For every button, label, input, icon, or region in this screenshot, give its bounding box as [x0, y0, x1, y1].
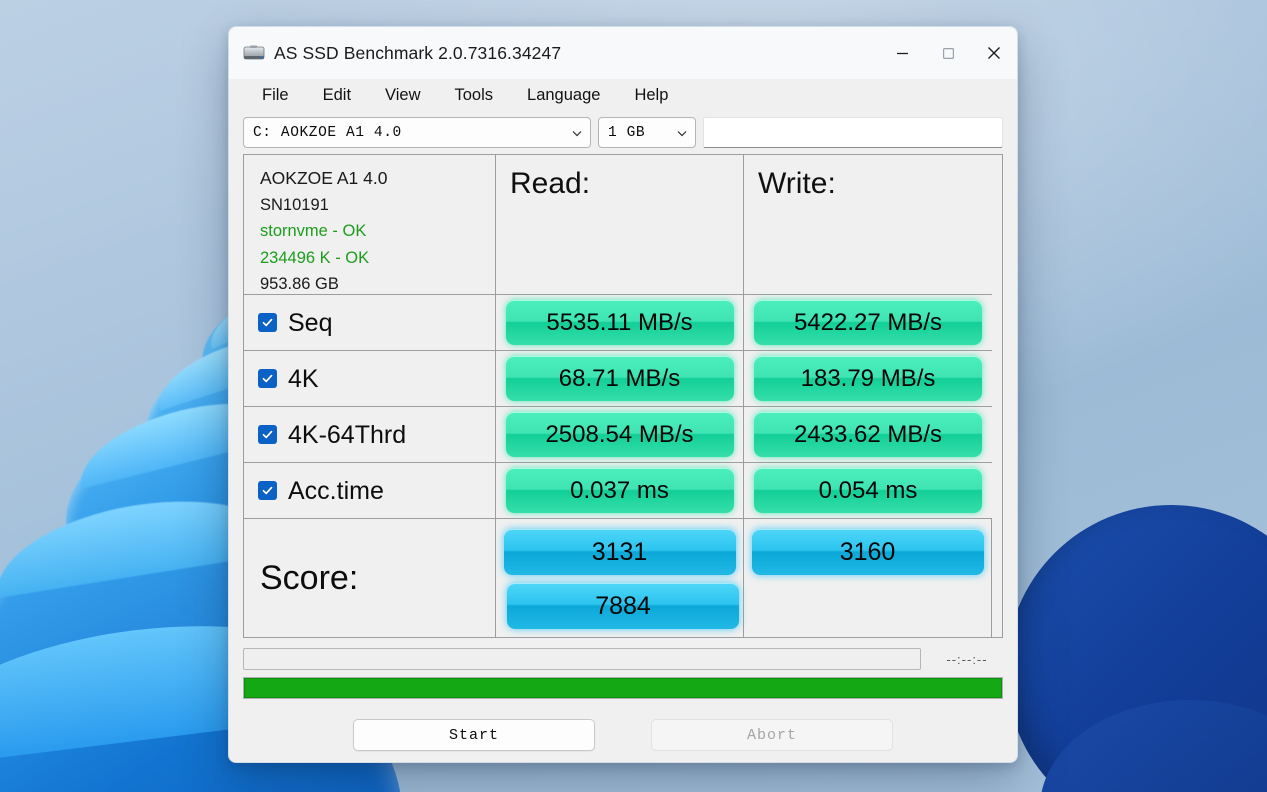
check-icon [262, 318, 273, 327]
drive-info-panel: AOKZOE A1 4.0 SN10191 stornvme - OK 2344… [244, 155, 496, 295]
test-name-4k-64thrd: 4K-64Thrd [288, 420, 407, 449]
minimize-icon [896, 52, 908, 54]
maximize-button[interactable] [925, 27, 971, 79]
test-4k64thrd-read-value: 2508.54 MB/s [505, 412, 734, 457]
check-icon [262, 430, 273, 439]
check-icon [262, 486, 273, 495]
chevron-down-icon [675, 126, 689, 140]
drive-info-driver: stornvme - OK [260, 222, 367, 240]
drive-info-serial: SN10191 [260, 195, 329, 214]
size-select-value: 1 GB [608, 124, 646, 141]
check-icon [262, 374, 273, 383]
drive-select-value: C: AOKZOE A1 4.0 [253, 124, 402, 141]
window-controls [879, 27, 1017, 79]
maximize-icon [942, 47, 954, 59]
progress-bar [243, 677, 1003, 699]
menu-item-language[interactable]: Language [510, 84, 617, 108]
checkbox-4k-64thrd[interactable] [258, 425, 277, 444]
test-name-seq: Seq [288, 308, 333, 337]
menu-bar: File Edit View Tools Language Help [229, 79, 1017, 113]
score-row: Score: 3131 3160 7884 [244, 519, 1002, 637]
close-button[interactable] [971, 27, 1017, 79]
grid-header-row: AOKZOE A1 4.0 SN10191 stornvme - OK 2344… [244, 155, 1002, 295]
test-row-4k64thrd-label: 4K-64Thrd [244, 407, 496, 463]
score-write-cell: 3160 [744, 519, 992, 637]
test-acctime-write-value: 0.054 ms [754, 468, 982, 513]
score-write-value: 3160 [751, 529, 984, 575]
menu-item-tools[interactable]: Tools [438, 84, 511, 108]
table-row: 4K-64Thrd 2508.54 MB/s 2433.62 MB/s [244, 407, 1002, 463]
test-seq-read-value: 5535.11 MB/s [505, 300, 734, 345]
test-row-4k-label: 4K [244, 351, 496, 407]
start-button[interactable]: Start [353, 719, 595, 751]
abort-button: Abort [651, 719, 893, 751]
elapsed-time-label: --:--:-- [946, 651, 988, 667]
write-column-header: Write: [744, 155, 992, 295]
status-text-field[interactable] [703, 117, 1003, 148]
checkbox-acc-time[interactable] [258, 481, 277, 500]
drive-info-model: AOKZOE A1 4.0 [260, 168, 388, 188]
table-row: 4K 68.71 MB/s 183.79 MB/s [244, 351, 1002, 407]
test-4k-write-value: 183.79 MB/s [754, 356, 982, 401]
test-seq-write-cell: 5422.27 MB/s [744, 295, 992, 351]
chevron-down-icon [570, 126, 584, 140]
selector-row: C: AOKZOE A1 4.0 1 GB [229, 113, 1017, 154]
read-header-label: Read: [510, 167, 591, 200]
test-4k-write-cell: 183.79 MB/s [744, 351, 992, 407]
close-icon [988, 47, 1000, 59]
menu-item-file[interactable]: File [245, 84, 306, 108]
test-row-acctime-label: Acc.time [244, 463, 496, 519]
test-4k-read-cell: 68.71 MB/s [496, 351, 744, 407]
test-seq-write-value: 5422.27 MB/s [754, 300, 982, 345]
score-label: Score: [260, 558, 359, 597]
test-4k64thrd-write-cell: 2433.62 MB/s [744, 407, 992, 463]
title-bar[interactable]: AS SSD Benchmark 2.0.7316.34247 [229, 27, 1017, 79]
test-name-acc-time: Acc.time [288, 476, 384, 505]
table-row: Seq 5535.11 MB/s 5422.27 MB/s [244, 295, 1002, 351]
score-label-cell: Score: [244, 519, 496, 637]
menu-item-help[interactable]: Help [617, 84, 685, 108]
write-header-label: Write: [758, 167, 836, 200]
checkbox-seq[interactable] [258, 313, 277, 332]
status-message-field [243, 648, 921, 670]
drive-select[interactable]: C: AOKZOE A1 4.0 [243, 117, 591, 148]
progress-bar-fill [244, 678, 1002, 698]
desktop-background: AS SSD Benchmark 2.0.7316.34247 File Edi… [0, 0, 1267, 792]
results-grid: AOKZOE A1 4.0 SN10191 stornvme - OK 2344… [243, 154, 1003, 638]
test-4k64thrd-read-cell: 2508.54 MB/s [496, 407, 744, 463]
title-bar-left: AS SSD Benchmark 2.0.7316.34247 [229, 43, 879, 64]
window-title: AS SSD Benchmark 2.0.7316.34247 [274, 42, 562, 63]
hard-drive-icon [243, 44, 265, 62]
drive-info-capacity: 953.86 GB [260, 275, 339, 293]
menu-item-view[interactable]: View [368, 84, 437, 108]
size-select[interactable]: 1 GB [598, 117, 696, 148]
action-button-row: Start Abort [229, 719, 1017, 751]
test-acctime-read-cell: 0.037 ms [496, 463, 744, 519]
test-acctime-read-value: 0.037 ms [505, 468, 734, 513]
score-total-value: 7884 [507, 583, 739, 629]
as-ssd-benchmark-window: AS SSD Benchmark 2.0.7316.34247 File Edi… [228, 26, 1018, 763]
minimize-button[interactable] [879, 27, 925, 79]
test-acctime-write-cell: 0.054 ms [744, 463, 992, 519]
test-name-4k: 4K [288, 364, 319, 393]
score-read-value: 3131 [503, 529, 736, 575]
status-row: --:--:-- [243, 648, 1003, 670]
drive-info-alignment: 234496 K - OK [260, 248, 370, 267]
test-seq-read-cell: 5535.11 MB/s [496, 295, 744, 351]
test-4k-read-value: 68.71 MB/s [505, 356, 734, 401]
test-row-seq-label: Seq [244, 295, 496, 351]
menu-item-edit[interactable]: Edit [306, 84, 368, 108]
test-4k64thrd-write-value: 2433.62 MB/s [754, 412, 982, 457]
read-column-header: Read: [496, 155, 744, 295]
checkbox-4k[interactable] [258, 369, 277, 388]
table-row: Acc.time 0.037 ms 0.054 ms [244, 463, 1002, 519]
